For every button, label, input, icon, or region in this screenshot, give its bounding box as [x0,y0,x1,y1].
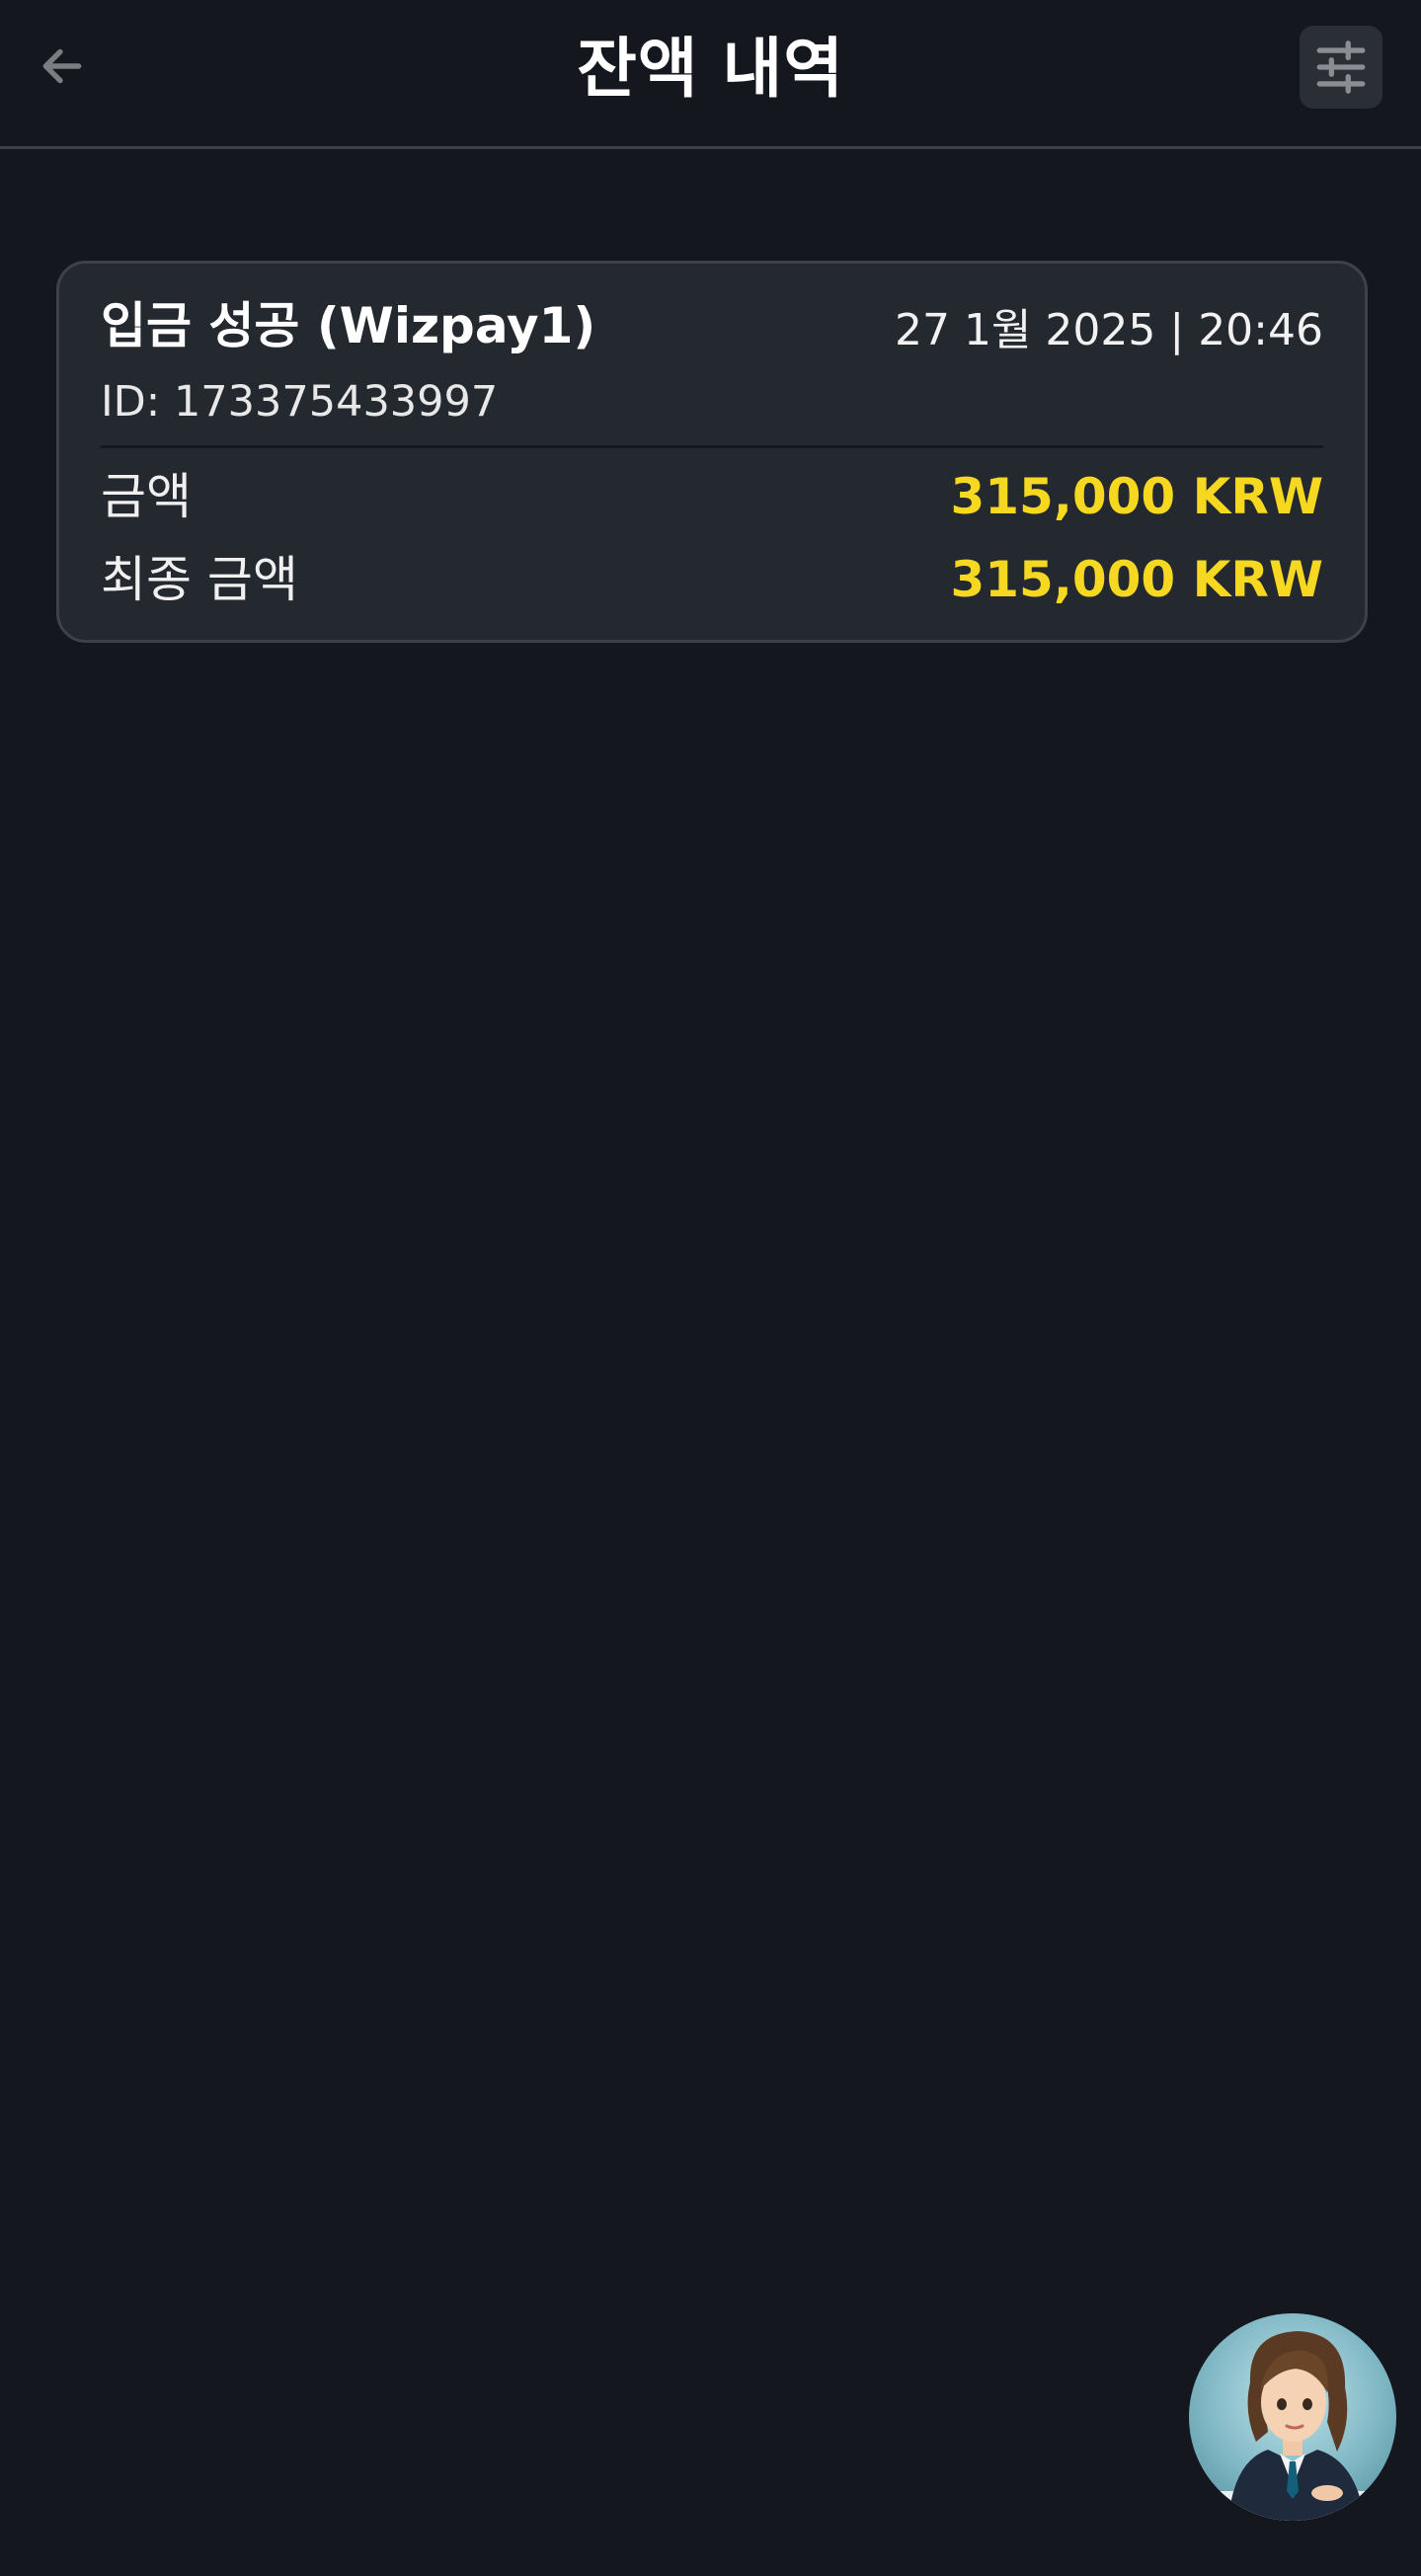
assistant-button[interactable] [1189,2313,1396,2521]
header: 잔액 내역 [0,0,1421,149]
transaction-date: 27 1월 2025 | 20:46 [894,305,1323,355]
final-amount-row: 최종 금액 315,000 KRW [101,544,1323,615]
final-amount-value: 315,000 KRW [950,551,1323,608]
transaction-card-header: 입금 성공 (Wizpay1) 27 1월 2025 | 20:46 ID: 1… [101,291,1323,439]
transaction-title: 입금 성공 (Wizpay1) [101,297,596,354]
final-amount-label: 최종 금액 [101,551,298,608]
page-title: 잔액 내역 [577,31,844,107]
app-root: 잔액 내역 입금 성공 (Wizpay1) 27 1월 2025 | 20:46… [0,0,1421,2576]
transaction-id: ID: 173375433997 [101,377,499,427]
amount-value: 315,000 KRW [950,468,1323,525]
sliders-icon [1316,40,1366,94]
filter-button[interactable] [1300,26,1382,109]
assistant-avatar-icon [1189,2331,1396,2521]
amount-label: 금액 [101,468,192,525]
amount-row: 금액 315,000 KRW [101,461,1323,532]
transaction-card[interactable]: 입금 성공 (Wizpay1) 27 1월 2025 | 20:46 ID: 1… [56,261,1368,643]
card-divider [101,445,1323,448]
